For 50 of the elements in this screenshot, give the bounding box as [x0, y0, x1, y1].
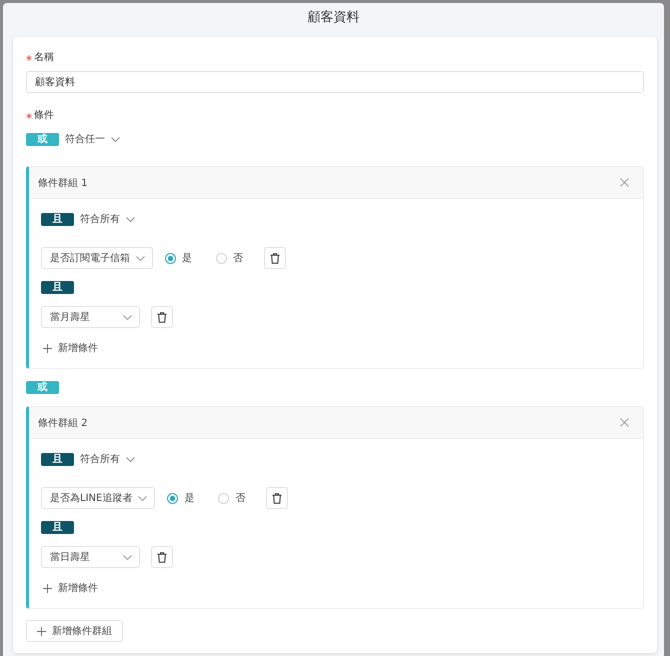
add-group-button[interactable]: 新增條件群組	[26, 620, 123, 642]
dialog-title: 顧客資料	[306, 9, 360, 27]
field-select[interactable]: 當日壽星	[41, 546, 140, 568]
match-mode-dropdown[interactable]: 符合所有	[80, 213, 135, 226]
close-icon[interactable]	[620, 418, 629, 427]
radio-button[interactable]	[216, 252, 227, 264]
trash-icon	[272, 492, 282, 504]
logic-badge: 且	[41, 213, 74, 226]
chevron-down-icon	[136, 256, 145, 260]
plus-icon	[43, 584, 52, 592]
trash-icon	[270, 252, 280, 264]
delete-button[interactable]	[266, 487, 288, 509]
radio-button[interactable]	[165, 252, 176, 264]
name-label: 名稱	[34, 51, 54, 65]
logic-badge: 或	[26, 133, 59, 146]
logic-badge: 且	[41, 281, 74, 294]
chevron-down-icon	[123, 554, 132, 560]
close-icon[interactable]	[620, 178, 629, 187]
add-condition-button[interactable]: 新增條件	[41, 581, 98, 595]
logic-badge: 或	[26, 381, 59, 394]
trash-icon	[157, 312, 167, 322]
match-mode-dropdown[interactable]: 符合所有	[80, 453, 135, 466]
plus-icon	[37, 626, 46, 636]
chevron-down-icon	[126, 457, 135, 462]
match-mode-dropdown[interactable]: 符合任一	[65, 133, 120, 146]
chevron-down-icon	[123, 314, 132, 320]
logic-badge: 且	[41, 521, 74, 534]
field-select[interactable]: 是否為LINE追蹤者	[41, 487, 156, 509]
delete-button[interactable]	[264, 247, 286, 269]
chevron-down-icon	[111, 137, 120, 142]
name-input[interactable]: 顧客資料	[26, 71, 644, 93]
delete-button[interactable]	[151, 306, 173, 328]
field-select[interactable]: 是否訂閱電子信箱	[41, 247, 153, 269]
option-label[interactable]: 是	[182, 251, 192, 265]
delete-button[interactable]	[151, 546, 173, 568]
logic-badge: 且	[41, 453, 74, 466]
chevron-down-icon	[126, 217, 135, 222]
group-title: 條件群組 1	[38, 176, 88, 190]
radio-button[interactable]	[218, 492, 230, 504]
add-condition-button[interactable]: 新增條件	[41, 341, 98, 355]
conditions-label: 條件	[34, 109, 54, 123]
option-label[interactable]: 否	[235, 491, 246, 505]
group-title: 條件群組 2	[38, 416, 88, 430]
trash-icon	[157, 552, 167, 562]
plus-icon	[43, 344, 52, 352]
field-select[interactable]: 當月壽星	[41, 306, 140, 328]
radio-button[interactable]	[167, 492, 178, 504]
option-label[interactable]: 否	[233, 251, 243, 265]
option-label[interactable]: 是	[184, 491, 194, 505]
chevron-down-icon	[138, 496, 148, 500]
